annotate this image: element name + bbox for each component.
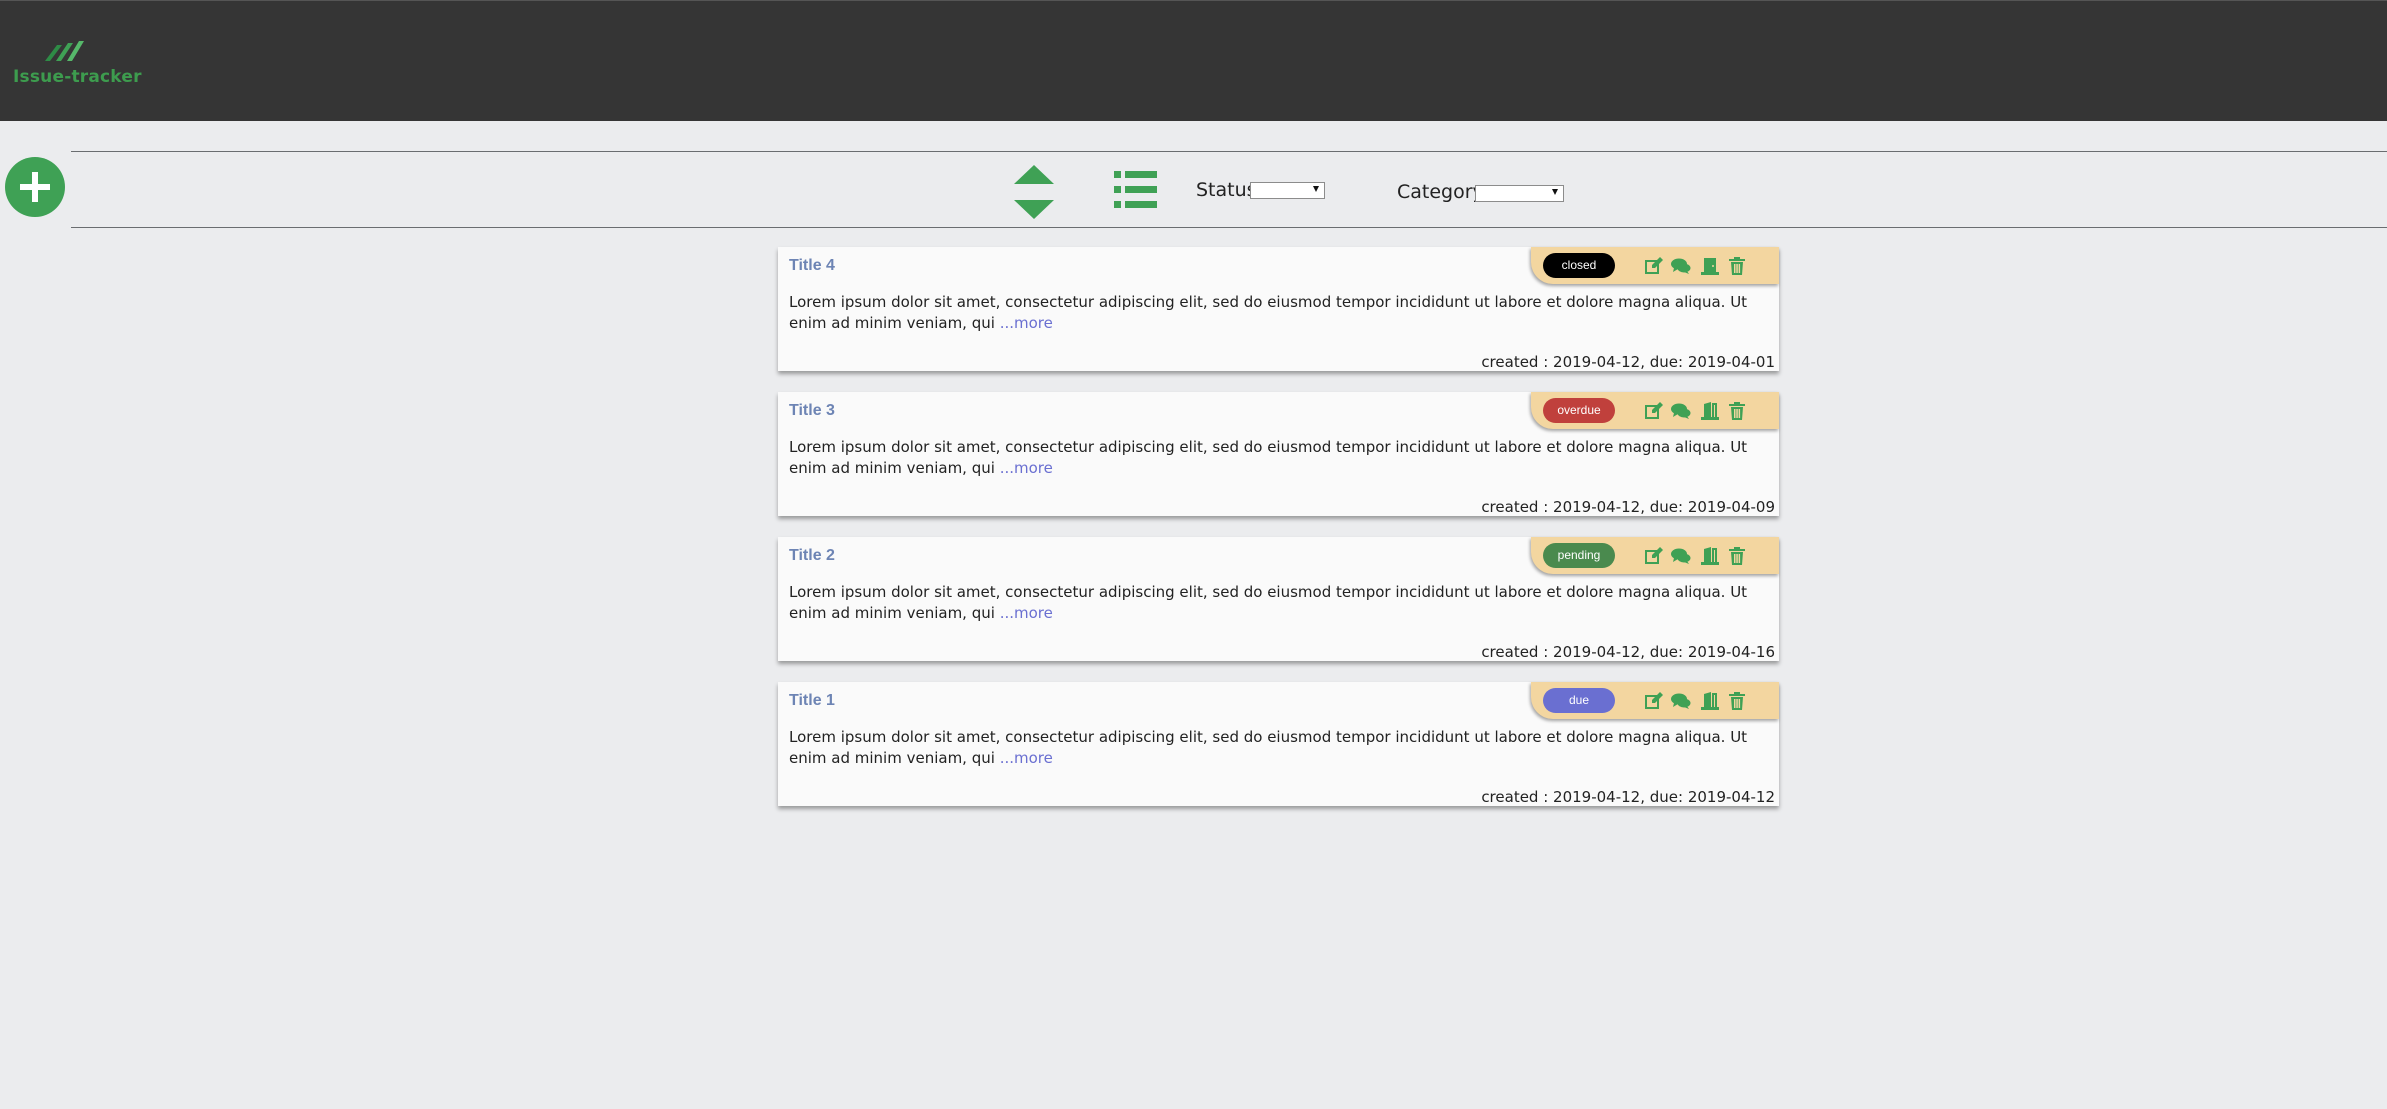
issue-toolbar: pending <box>1531 537 1779 574</box>
issue-card: Title 2 Lorem ipsum dolor sit amet, cons… <box>778 537 1779 661</box>
logo-icon <box>45 41 84 61</box>
comments-icon[interactable] <box>1671 547 1691 565</box>
comments-icon[interactable] <box>1671 257 1691 275</box>
top-header: Issue-tracker <box>0 0 2387 121</box>
door-open-icon[interactable] <box>1701 402 1719 420</box>
status-filter-label: Status <box>1196 179 1257 201</box>
more-link[interactable]: ...more <box>1000 604 1053 622</box>
app-name: Issue-tracker <box>13 67 142 87</box>
trash-icon[interactable] <box>1728 402 1746 420</box>
issue-description: Lorem ipsum dolor sit amet, consectetur … <box>789 437 1749 479</box>
more-link[interactable]: ...more <box>1000 314 1053 332</box>
status-badge: pending <box>1543 543 1615 568</box>
door-open-icon[interactable] <box>1701 692 1719 710</box>
issue-description-text: Lorem ipsum dolor sit amet, consectetur … <box>789 293 1748 332</box>
more-link[interactable]: ...more <box>1000 459 1053 477</box>
trash-icon[interactable] <box>1728 547 1746 565</box>
issue-dates: created : 2019-04-12, due: 2019-04-09 <box>1481 498 1775 516</box>
issue-dates: created : 2019-04-12, due: 2019-04-12 <box>1481 788 1775 806</box>
trash-icon[interactable] <box>1728 692 1746 710</box>
sort-icon[interactable] <box>1014 165 1054 219</box>
issue-card: Title 4 Lorem ipsum dolor sit amet, cons… <box>778 247 1779 371</box>
status-badge: closed <box>1543 253 1615 278</box>
issue-description-text: Lorem ipsum dolor sit amet, consectetur … <box>789 438 1748 477</box>
door-open-icon[interactable] <box>1701 547 1719 565</box>
plus-icon <box>20 172 50 202</box>
status-badge: due <box>1543 688 1615 713</box>
issue-description: Lorem ipsum dolor sit amet, consectetur … <box>789 292 1749 334</box>
category-filter-label: Category <box>1397 181 1484 203</box>
issue-title[interactable]: Title 1 <box>789 692 835 710</box>
issue-title[interactable]: Title 2 <box>789 547 835 565</box>
edit-icon[interactable] <box>1645 402 1663 420</box>
trash-icon[interactable] <box>1728 257 1746 275</box>
issue-card: Title 3 Lorem ipsum dolor sit amet, cons… <box>778 392 1779 516</box>
status-filter-select[interactable] <box>1250 182 1325 199</box>
issue-description-text: Lorem ipsum dolor sit amet, consectetur … <box>789 728 1748 767</box>
issue-dates: created : 2019-04-12, due: 2019-04-01 <box>1481 353 1775 371</box>
issue-toolbar: closed <box>1531 247 1779 284</box>
issue-title[interactable]: Title 4 <box>789 257 835 275</box>
add-issue-button[interactable] <box>5 157 65 217</box>
chevron-down-icon <box>1313 186 1319 192</box>
status-badge: overdue <box>1543 398 1615 423</box>
issue-toolbar: overdue <box>1531 392 1779 429</box>
comments-icon[interactable] <box>1671 692 1691 710</box>
filter-bar-top-divider <box>71 151 2387 152</box>
edit-icon[interactable] <box>1645 692 1663 710</box>
issue-description: Lorem ipsum dolor sit amet, consectetur … <box>789 582 1749 624</box>
issue-title[interactable]: Title 3 <box>789 402 835 420</box>
issue-description: Lorem ipsum dolor sit amet, consectetur … <box>789 727 1749 769</box>
issue-toolbar: due <box>1531 682 1779 719</box>
edit-icon[interactable] <box>1645 257 1663 275</box>
comments-icon[interactable] <box>1671 402 1691 420</box>
issue-dates: created : 2019-04-12, due: 2019-04-16 <box>1481 643 1775 661</box>
category-filter-select[interactable] <box>1475 185 1564 202</box>
issue-card: Title 1 Lorem ipsum dolor sit amet, cons… <box>778 682 1779 806</box>
more-link[interactable]: ...more <box>1000 749 1053 767</box>
list-icon[interactable] <box>1114 171 1157 208</box>
app-logo[interactable]: Issue-tracker <box>13 39 141 89</box>
chevron-down-icon <box>1552 189 1558 195</box>
edit-icon[interactable] <box>1645 547 1663 565</box>
filter-bar-bottom-divider <box>71 227 2387 228</box>
issue-description-text: Lorem ipsum dolor sit amet, consectetur … <box>789 583 1748 622</box>
door-closed-icon[interactable] <box>1701 257 1719 275</box>
